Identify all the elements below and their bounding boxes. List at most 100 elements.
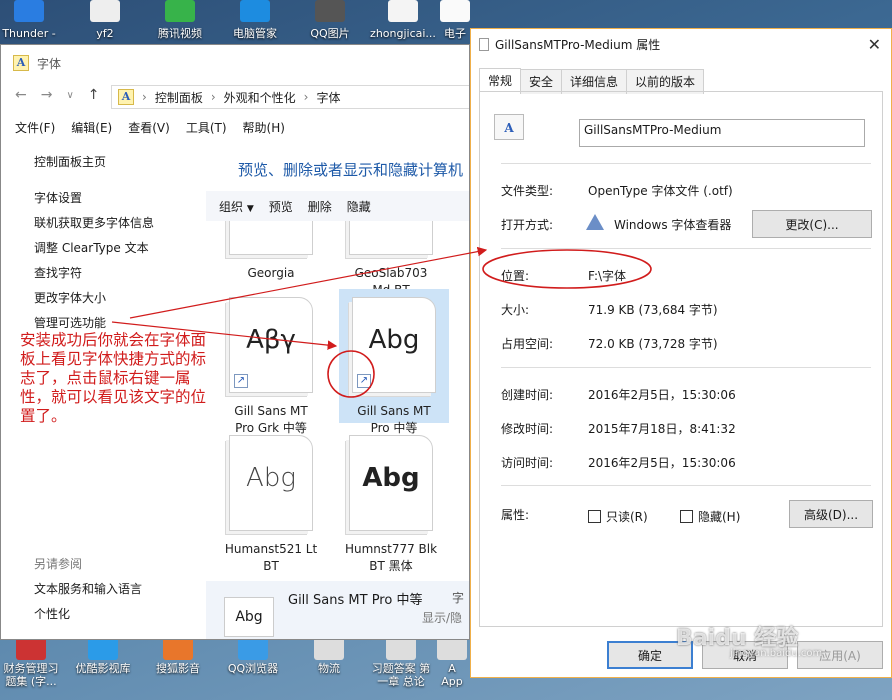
link-change-font-size[interactable]: 更改字体大小 [34, 289, 106, 306]
link-cleartype[interactable]: 调整 ClearType 文本 [34, 239, 149, 256]
breadcrumb-separator-icon: › [303, 90, 309, 104]
open-with-label: 打开方式: [501, 218, 554, 232]
general-tab-panel: A GillSansMTPro-Medium 文件类型: OpenType 字体… [479, 91, 883, 627]
desktop-icon-label: 优酷影视库 [75, 662, 131, 675]
hidden-checkbox[interactable]: 隐藏(H) [680, 508, 740, 525]
readonly-label: 只读(R) [606, 510, 648, 524]
readonly-checkbox[interactable]: 只读(R) [588, 508, 648, 525]
font-tile-gill-sans-medium[interactable]: Abg ↗ Gill Sans MT Pro 中等 [339, 289, 449, 435]
desktop-icon-tencent-video[interactable]: 腾讯视频 [145, 0, 215, 40]
delete-button[interactable]: 删除 [308, 198, 332, 215]
link-control-panel-home[interactable]: 控制面板主页 [34, 153, 106, 170]
advanced-button[interactable]: 高级(D)... [789, 500, 873, 528]
breadcrumb-separator-icon: › [142, 90, 147, 104]
font-tile-label: Gill Sans MT Pro Grk 中等 [234, 404, 308, 435]
menu-view[interactable]: 查看(V) [128, 119, 170, 139]
font-sample: Abg [246, 463, 296, 493]
link-online-font-info[interactable]: 联机获取更多字体信息 [34, 214, 154, 231]
desktop-icon-pc-manager[interactable]: 电脑管家 [220, 0, 290, 40]
font-tile-label: Humanst521 Lt BT [224, 542, 318, 573]
desktop-icon-zhongjicai[interactable]: zhongjicai... [368, 0, 438, 40]
font-page-icon [349, 221, 433, 255]
desktop-icon-label: 腾讯视频 [158, 27, 202, 40]
organize-label: 组织 [219, 199, 244, 214]
change-button[interactable]: 更改(C)... [752, 210, 872, 238]
desktop-icon-label: 电脑管家 [233, 27, 277, 40]
font-tile-humnst777[interactable]: Abg Humnst777 Blk BT 黑体 [336, 435, 446, 575]
back-arrow-icon[interactable]: ← [15, 87, 27, 103]
font-tile-label: Georgia [247, 266, 295, 280]
font-page-icon: Abg [349, 435, 433, 531]
desktop-icon-yf2[interactable]: yf2 [70, 0, 140, 40]
desktop-icon-sohu[interactable]: 搜狐影音 [143, 634, 213, 675]
tab-general[interactable]: 常规 [479, 68, 522, 93]
desktop-icon-answers[interactable]: 习题答案 第 一章 总论 [366, 634, 436, 688]
up-arrow-icon[interactable]: ↑ [88, 87, 100, 103]
breadcrumb-control-panel[interactable]: 控制面板 [155, 89, 203, 106]
recent-dropdown-icon[interactable]: ∨ [66, 90, 73, 101]
menu-file[interactable]: 文件(F) [15, 119, 55, 139]
link-find-character[interactable]: 查找字符 [34, 264, 82, 281]
desktop-icon-electronic[interactable]: 电子 [438, 0, 472, 40]
desktop-icon-finance[interactable]: 财务管理习 题集 (字... [0, 634, 66, 688]
font-tile-georgia[interactable]: Georgia [216, 221, 326, 282]
separator [501, 163, 871, 164]
page-heading: 预览、删除或者显示和隐藏计算机 [238, 161, 464, 179]
font-tile-humanst521[interactable]: Abg Humanst521 Lt BT [216, 435, 326, 575]
desktop-icon-qq-images[interactable]: QQ图片 [295, 0, 365, 40]
location-label: 位置: [501, 269, 530, 283]
breadcrumb-separator-icon: › [210, 90, 216, 104]
menu-tools[interactable]: 工具(T) [186, 119, 227, 139]
dialog-title: GillSansMTPro-Medium 属性 [495, 37, 661, 52]
font-page-icon: Αβγ ↗ [229, 297, 313, 393]
desktop-icon-label: QQ浏览器 [227, 662, 279, 675]
desktop-icon-label: 财务管理习 题集 (字... [3, 662, 59, 688]
desktop-icon-label: 物流 [318, 662, 340, 675]
baidu-watermark-url: jingyan.baidu.com [730, 648, 823, 659]
link-text-services[interactable]: 文本服务和输入语言 [34, 580, 142, 597]
menu-edit[interactable]: 编辑(E) [71, 119, 112, 139]
hide-button[interactable]: 隐藏 [347, 198, 371, 215]
forward-arrow-icon[interactable]: → [41, 87, 53, 103]
desktop-icon-label: A App [441, 662, 463, 688]
font-page-icon [229, 221, 313, 255]
desktop-icon-youku[interactable]: 优酷影视库 [68, 634, 138, 675]
desktop-icon-logistics[interactable]: 物流 [294, 634, 364, 675]
link-manage-optional-features[interactable]: 管理可选功能 [34, 314, 106, 331]
desktop-icon-label: 电子 [444, 27, 466, 40]
separator [501, 485, 871, 486]
shortcut-arrow-icon: ↗ [234, 374, 248, 388]
font-tile-geoslab[interactable]: GeoSlab703 Md BT [336, 221, 446, 299]
breadcrumb-fonts[interactable]: 字体 [316, 89, 340, 106]
attributes-label: 属性: [501, 508, 530, 522]
font-file-icon: A [494, 114, 524, 140]
desktop-icon-label: yf2 [96, 27, 114, 40]
separator [501, 367, 871, 368]
font-tile-label: Humnst777 Blk BT 黑体 [344, 542, 438, 573]
link-personalization[interactable]: 个性化 [34, 605, 70, 622]
details-pane: Abg Gill Sans MT Pro 中等 字 显示/隐 [206, 581, 469, 639]
created-value: 2016年2月5日，15:30:06 [588, 388, 736, 402]
file-name-field[interactable]: GillSansMTPro-Medium [579, 119, 865, 147]
desktop-icon-qq-browser[interactable]: QQ浏览器 [218, 634, 288, 675]
breadcrumb-appearance[interactable]: 外观和个性化 [224, 89, 296, 106]
details-font-name: Gill Sans MT Pro 中等 [288, 593, 423, 608]
checkbox-box [680, 510, 693, 523]
shortcut-arrow-icon: ↗ [357, 374, 371, 388]
desktop-icon-thunder[interactable]: Thunder - [0, 0, 64, 40]
file-icon [479, 37, 489, 51]
link-font-settings[interactable]: 字体设置 [34, 189, 82, 206]
created-label: 创建时间: [501, 388, 554, 402]
window-title: 字体 [37, 56, 62, 71]
organize-button[interactable]: 组织 ▼ [219, 198, 254, 215]
font-viewer-icon [586, 214, 604, 230]
size-on-disk-value: 72.0 KB (73,728 字节) [588, 337, 718, 351]
preview-button[interactable]: 预览 [269, 198, 293, 215]
font-tile-gill-sans-grk[interactable]: Αβγ ↗ Gill Sans MT Pro Grk 中等 [216, 297, 326, 437]
desktop-icon-app[interactable]: A App [432, 634, 472, 688]
menu-help[interactable]: 帮助(H) [243, 119, 285, 139]
close-icon[interactable]: ✕ [868, 35, 881, 54]
font-properties-dialog: GillSansMTPro-Medium 属性 ✕ 常规 安全 详细信息 以前的… [470, 28, 892, 678]
desktop-icon-label: Thunder - [2, 27, 56, 40]
address-bar[interactable]: A › 控制面板 › 外观和个性化 › 字体 [111, 85, 469, 109]
